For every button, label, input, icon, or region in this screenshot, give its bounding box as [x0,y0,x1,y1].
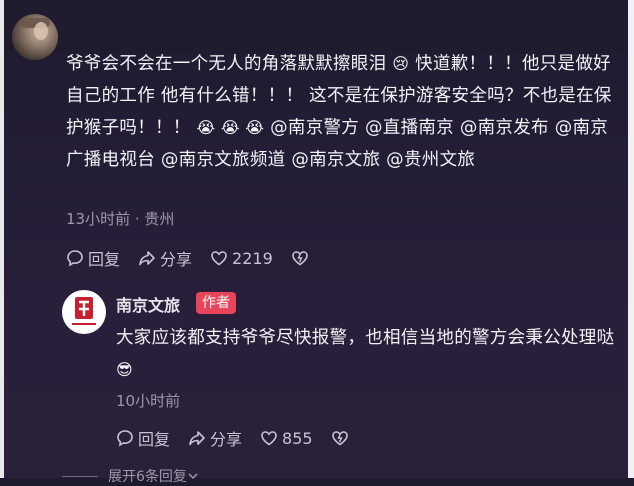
comment-icon [67,250,83,267]
expand-divider-line [62,475,98,477]
comment-share-label: 分享 [160,250,193,269]
reply-time: 10小时前 [116,392,181,410]
comment-dislike-button[interactable] [291,249,313,267]
dislike-icon [291,251,308,266]
reply-share-label: 分享 [210,430,243,449]
reply-reply-button[interactable]: 回复 [116,426,170,450]
comment-share-button[interactable]: 分享 [138,246,192,270]
comment-like-button[interactable]: 2219 [210,249,273,268]
avatar-face-shape [34,22,48,40]
commenter-avatar[interactable] [12,14,58,60]
sobbing-emoji-group: 😭 😭 😭 [196,118,265,137]
reply-like-button[interactable]: 855 [260,429,313,448]
reply-author-name[interactable]: 南京文旅 [116,292,180,316]
comment-like-count: 2219 [232,248,273,268]
brand-avatar[interactable] [62,290,106,334]
reply-like-count: 855 [282,428,313,448]
comment-reply-button[interactable]: 回复 [66,246,120,270]
share-icon [189,431,205,446]
chevron-down-icon [188,473,198,480]
comment-icon [117,430,133,447]
reply-dislike-button[interactable] [331,429,353,447]
reply-actions: 回复 分享 855 [116,426,371,450]
crying-emoji: 😢 [392,54,410,73]
dislike-icon [331,431,348,446]
right-edge [628,0,634,478]
heart-icon [211,251,227,266]
comment-actions: 回复 分享 2219 [66,246,331,270]
reply-text: 大家应该都支持爷爷尽快报警，也相信当地的警方会秉公处理哒 [116,328,615,348]
author-badge: 作者 [196,292,236,314]
comment-text-part-1: 爷爷会不会在一个无人的角落默默擦眼泪 [66,54,387,74]
left-edge [0,0,4,478]
expand-replies-label: 展开6条回复 [108,469,187,485]
comment-time-location: 13小时前 · 贵州 [66,210,175,228]
cool-emoji: 😎 [116,360,133,379]
reply-body: 大家应该都支持爷爷尽快报警，也相信当地的警方会秉公处理哒 😎 [116,322,624,386]
comment-reply-label: 回复 [88,250,121,269]
share-icon [139,251,155,266]
brand-logo-icon [72,297,96,325]
heart-icon [261,431,277,446]
expand-replies-button[interactable]: 展开6条回复 [62,466,199,486]
comment-body: 爷爷会不会在一个无人的角落默默擦眼泪 😢 快道歉！！！他只是做好自己的工作 他有… [66,48,622,176]
reply-share-button[interactable]: 分享 [188,426,242,450]
reply-reply-label: 回复 [138,430,171,449]
